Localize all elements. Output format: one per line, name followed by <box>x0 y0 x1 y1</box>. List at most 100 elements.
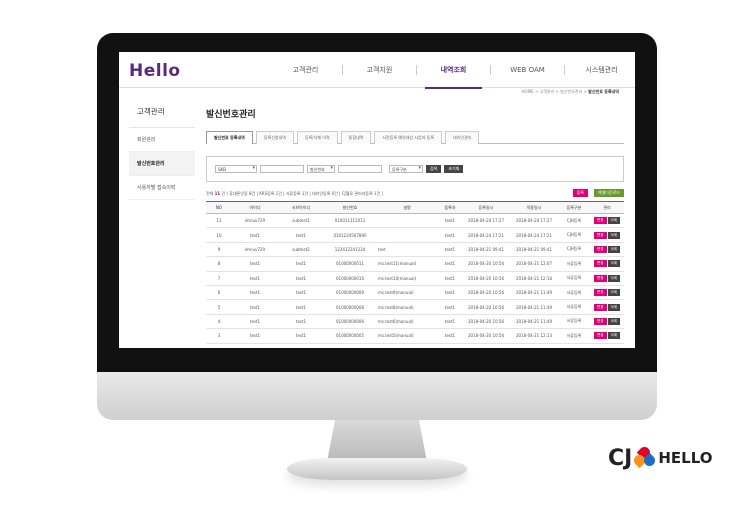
sidebar-item-members[interactable]: 회원관리 <box>129 128 195 152</box>
edit-button[interactable]: 변경 <box>594 245 607 253</box>
cell-sub-id: test1 <box>278 285 324 301</box>
cell-id: test1 <box>232 285 278 301</box>
cell-manage: 변경 삭제 <box>590 227 624 243</box>
cj-petal-logo-icon <box>632 444 658 469</box>
search-panel: SKB 발신번호 등록구분 검색 초기화 <box>206 156 624 182</box>
cell-no: 9 <box>206 242 232 258</box>
table-row[interactable]: 3 test1 test1 01000000005 ms.test5(manual) te… <box>206 328 624 344</box>
sidebar-item-caller-number[interactable]: 발신번호관리 <box>129 152 195 176</box>
sidebar: 고객관리 회원관리 발신번호관리 사용자별 접속이력 <box>129 96 195 200</box>
col-sub-id: 서브아이디 <box>278 201 324 214</box>
delete-button[interactable]: 삭제 <box>607 231 620 239</box>
cell-number: 01000000005 <box>324 328 376 344</box>
table-row[interactable]: 11 ehnuv729 subtest1 010011112011 test1 2018-… <box>206 213 624 229</box>
col-no: NO <box>206 201 232 214</box>
cell-no: 5 <box>206 299 232 315</box>
edit-button[interactable]: 변경 <box>594 289 607 297</box>
nav-system[interactable]: 시스템관리 <box>565 52 635 88</box>
nav-customer-support[interactable]: 고객지원 <box>343 52 416 88</box>
edit-button[interactable]: 변경 <box>594 231 607 239</box>
carrier-select[interactable]: SKB <box>215 165 257 173</box>
tab-registered[interactable]: 발신번호 등록내역 <box>206 131 253 144</box>
edit-button[interactable]: 변경 <box>594 260 607 268</box>
cell-number: 010011112011 <box>324 213 376 229</box>
cell-registrant: test1 <box>438 242 462 258</box>
cell-reg-type: 서류등록 <box>558 328 590 344</box>
delete-button[interactable]: 삭제 <box>607 217 620 225</box>
tab-exception-business[interactable]: 사전등록 예외대상 사업자 등록 <box>374 131 443 144</box>
delete-button[interactable]: 삭제 <box>607 245 620 253</box>
cell-id: test1 <box>232 227 278 243</box>
delete-button[interactable]: 삭제 <box>607 260 620 268</box>
register-button[interactable]: 등록 <box>572 189 588 197</box>
table-row[interactable]: 4 test1 test1 01000000006 ms.test6(manual) te… <box>206 314 624 330</box>
table-row[interactable]: 7 test1 test1 01000000010 ms.test10(manual) t… <box>206 271 624 286</box>
tab-register-delete-history[interactable]: 등록/삭제 이력 <box>296 131 338 144</box>
cell-reg-date: 2018-04-20 10:56 <box>462 285 510 301</box>
top-bar: Hello 고객관리 고객지원 내역조회 WEB OAM 시스템관리 <box>119 52 635 89</box>
nav-customer-manage[interactable]: 고객관리 <box>269 52 342 88</box>
cell-sub-id: test1 <box>278 299 324 315</box>
cell-sub-id: subtest1 <box>278 213 324 229</box>
tab-applications[interactable]: 등록신청내역 <box>255 131 294 144</box>
count-breakdown: 건 ( 휴대폰인증 8건 | ARS등록 1건 | 서류등록 1건 | 대리인등… <box>220 191 384 196</box>
carrier-input[interactable] <box>260 165 304 173</box>
nav-history[interactable]: 내역조회 <box>417 52 490 89</box>
tab-integrated[interactable]: 통합내역 <box>340 131 372 144</box>
tab-agent-manage[interactable]: 대리인관리 <box>445 131 480 144</box>
edit-button[interactable]: 변경 <box>594 332 607 340</box>
cell-reg-date: 2018-04-24 17:27 <box>462 213 510 229</box>
search-button[interactable]: 검색 <box>426 165 442 173</box>
cell-reg-type: 서류등록 <box>558 314 590 330</box>
table-row[interactable]: 9 ehnuv729 subtest2 123412341234 test test1 20… <box>206 242 624 258</box>
delete-button[interactable]: 삭제 <box>607 317 620 325</box>
cell-manage: 변경 삭제 <box>590 271 624 286</box>
cell-apply-date: 2018-04-21 12:16 <box>510 271 558 286</box>
excel-download-button[interactable]: 엑셀다운로드 <box>593 189 624 197</box>
sidebar-title: 고객관리 <box>129 96 195 128</box>
edit-button[interactable]: 변경 <box>594 317 607 325</box>
number-type-select[interactable]: 발신번호 <box>307 165 335 173</box>
edit-button[interactable]: 변경 <box>594 303 607 311</box>
edit-button[interactable]: 변경 <box>594 274 607 282</box>
list-header: 전체 11 건 ( 휴대폰인증 8건 | ARS등록 1건 | 서류등록 1건 … <box>206 189 624 201</box>
cell-number: 01000000008 <box>324 299 376 315</box>
cell-desc: ms.test10(manual) <box>376 271 438 286</box>
delete-button[interactable]: 삭제 <box>607 289 620 297</box>
main-nav: 고객관리 고객지원 내역조회 WEB OAM 시스템관리 <box>269 52 635 89</box>
cell-manage: 변경 삭제 <box>590 299 624 315</box>
table-row[interactable]: 8 test1 test1 01000000011 ms.test11(manual) t… <box>206 256 624 272</box>
nav-web-oam[interactable]: WEB OAM <box>491 52 564 88</box>
cell-number: 01000000009 <box>324 285 376 301</box>
cell-desc: ms.test5(manual) <box>376 328 438 344</box>
delete-button[interactable]: 삭제 <box>607 274 620 282</box>
cell-id: test1 <box>232 271 278 286</box>
cell-reg-date: 2018-04-20 10:56 <box>462 299 510 315</box>
register-type-select[interactable]: 등록구분 <box>389 165 423 173</box>
cell-reg-date: 2018-04-20 10:56 <box>462 314 510 330</box>
breadcrumb-current: 발신번호 등록내역 <box>588 89 619 94</box>
cell-no: 11 <box>206 213 232 229</box>
cell-id: test1 <box>232 256 278 272</box>
table-row[interactable]: 6 test1 test1 01000000009 ms.test9(manual) te… <box>206 285 624 301</box>
hello-logo[interactable]: Hello <box>129 61 181 81</box>
delete-button[interactable]: 삭제 <box>607 303 620 311</box>
stage: Hello 고객관리 고객지원 내역조회 WEB OAM 시스템관리 HOME … <box>0 0 754 514</box>
delete-button[interactable]: 삭제 <box>607 332 620 340</box>
edit-button[interactable]: 변경 <box>594 217 607 225</box>
cell-sub-id: test1 <box>278 314 324 330</box>
col-id: 아이디 <box>232 201 278 214</box>
brand-cj-text: CJ <box>608 445 633 471</box>
monitor-chin <box>97 372 657 420</box>
number-input[interactable] <box>338 165 382 173</box>
breadcrumb-path: HOME > 고객관리 > 발신번호관리 > <box>521 89 589 94</box>
reset-button[interactable]: 초기화 <box>444 165 464 173</box>
page-title: 발신번호관리 <box>206 110 256 120</box>
screen: Hello 고객관리 고객지원 내역조회 WEB OAM 시스템관리 HOME … <box>119 52 635 348</box>
cell-reg-date: 2018-04-21 09:41 <box>462 242 510 258</box>
cell-apply-date: 2018-04-21 11:49 <box>510 285 558 301</box>
table-row[interactable]: 5 test1 test1 01000000008 ms.test8(manual) te… <box>206 299 624 315</box>
table-row[interactable]: 10 test1 test1 0101234567890 test1 2018-04-24… <box>206 227 624 243</box>
cell-reg-type: 서류등록 <box>558 299 590 315</box>
sidebar-item-access-history[interactable]: 사용자별 접속이력 <box>129 176 195 200</box>
